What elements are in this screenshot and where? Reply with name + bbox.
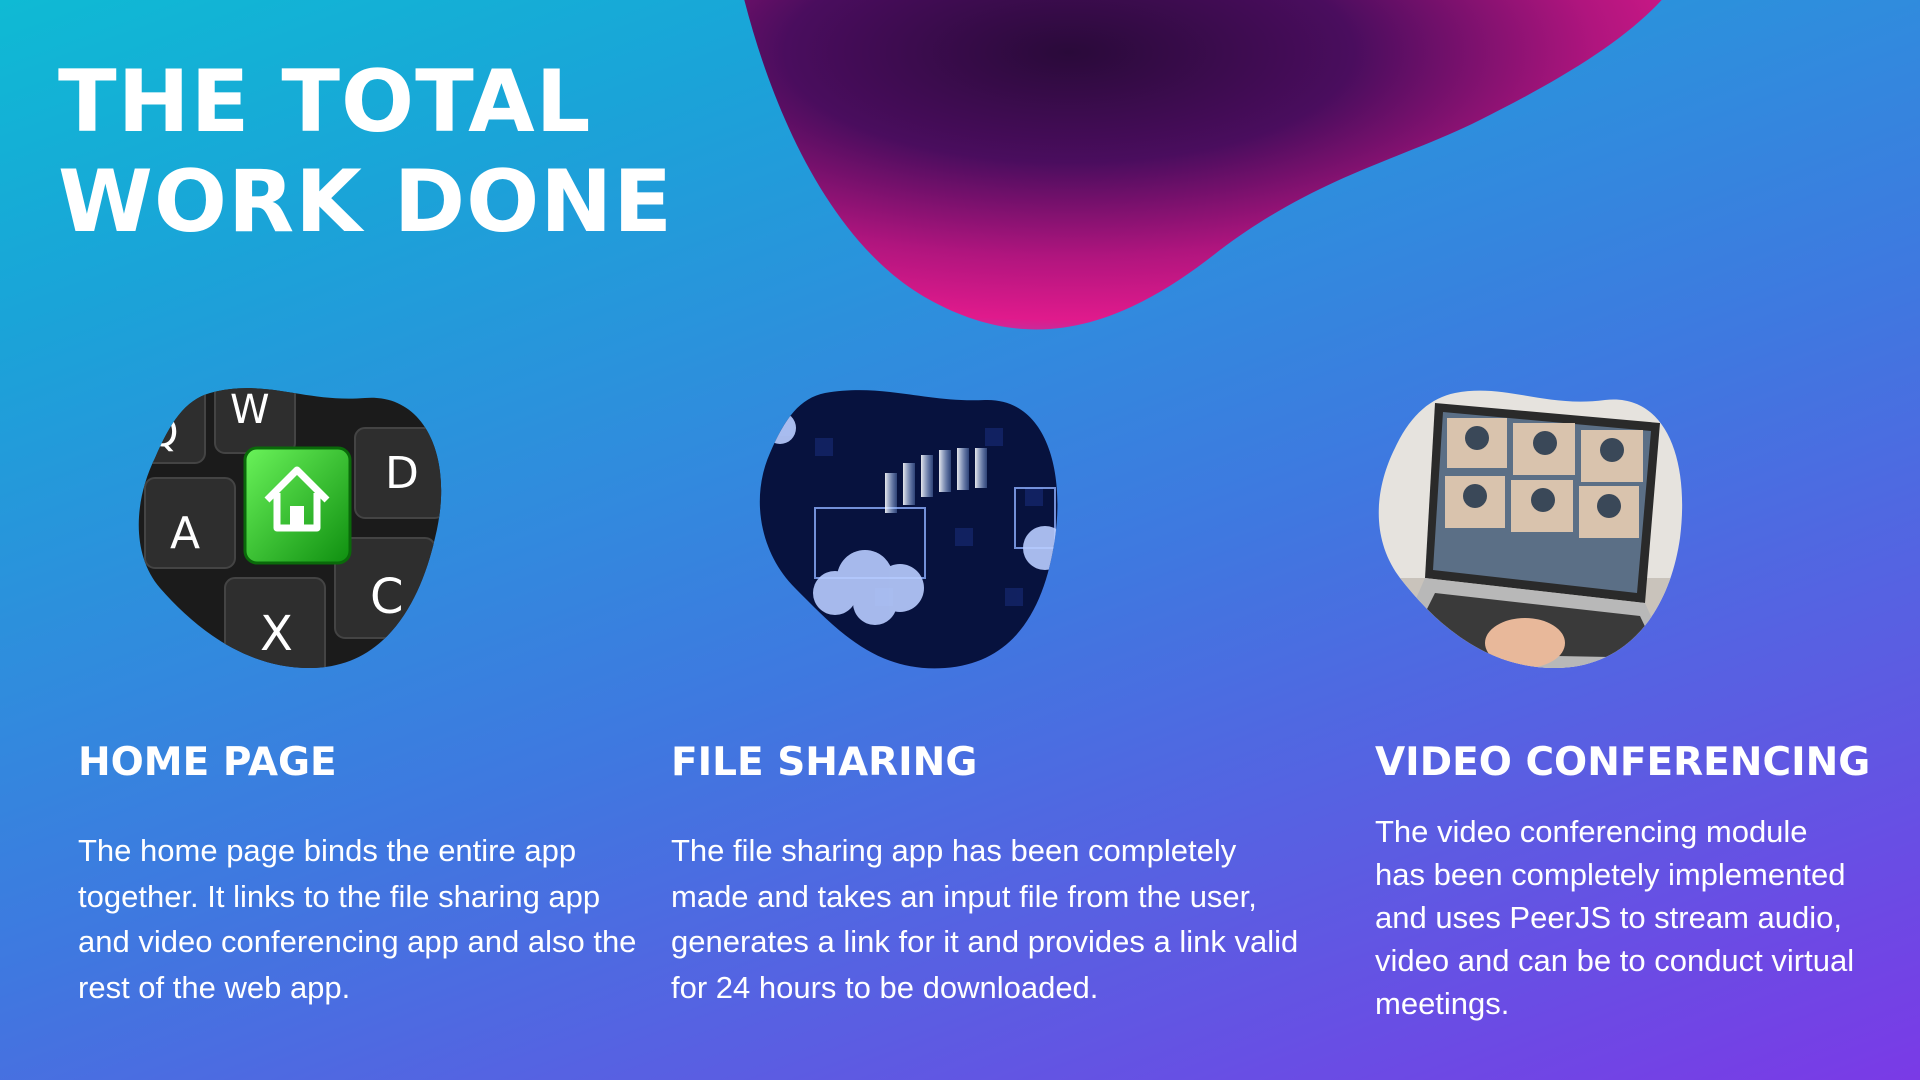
- key-w: W: [230, 388, 270, 433]
- cloud-file-transfer-icon: [759, 390, 1058, 669]
- key-x: X: [260, 606, 293, 662]
- key-c: C: [370, 569, 404, 625]
- title-line-2: WORK DONE: [58, 152, 673, 252]
- card-heading-video-conferencing: VIDEO CONFERENCING: [1375, 740, 1871, 785]
- laptop-video-call-icon: [1378, 390, 1683, 668]
- key-q: Q: [147, 410, 178, 456]
- page-title: THE TOTAL WORK DONE: [58, 52, 678, 252]
- key-a: A: [170, 508, 200, 559]
- card-description-file-sharing: The file sharing app has been completely…: [671, 833, 1299, 1005]
- key-d: D: [385, 448, 419, 499]
- card-description-video-conferencing: The video conferencing module has been c…: [1375, 814, 1855, 1021]
- card-heading-home-page: HOME PAGE: [78, 740, 337, 785]
- decorative-blob: [744, 0, 1662, 330]
- card-heading-file-sharing: FILE SHARING: [671, 740, 978, 785]
- title-line-1: THE TOTAL: [58, 52, 592, 152]
- keyboard-home-key-icon: Q W D A C X: [138, 388, 442, 669]
- card-description-home-page: The home page binds the entire app toget…: [78, 833, 637, 1005]
